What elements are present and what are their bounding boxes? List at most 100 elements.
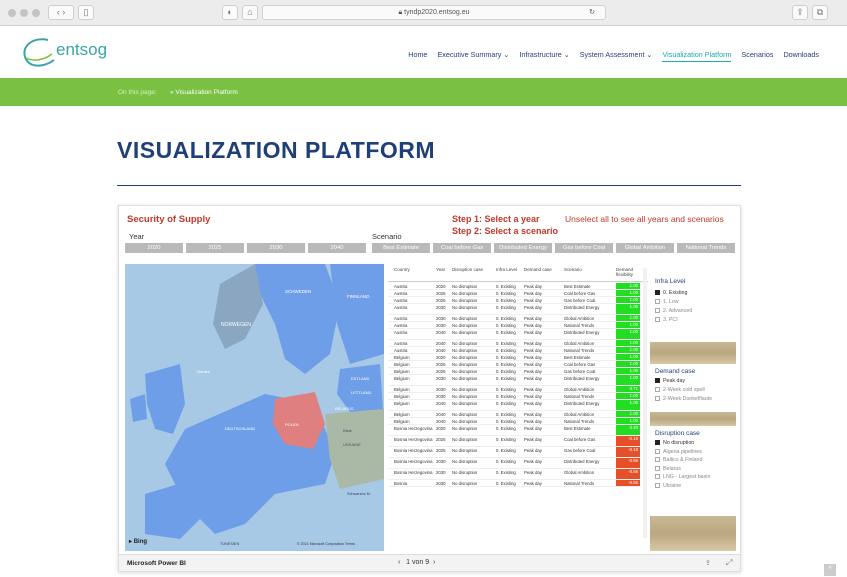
- table-row[interactable]: Bosnia Herzegovina 2030 No disruption 0. Ex…: [388, 469, 640, 480]
- table-row[interactable]: Austria 2030 No disruption 0. Existing Peak …: [388, 304, 640, 315]
- unchecked-box-icon[interactable]: [655, 387, 660, 392]
- table-row[interactable]: Belgium 2030 No disruption 0. Existing Peak …: [388, 393, 640, 400]
- col-country[interactable]: Country: [394, 267, 410, 272]
- filter-option[interactable]: LNG - Largest basin: [655, 474, 710, 480]
- table-row[interactable]: Austria 2030 No disruption 0. Existing Peak …: [388, 315, 640, 322]
- scroll-to-top-button[interactable]: ^: [824, 564, 836, 576]
- unchecked-box-icon[interactable]: [655, 317, 660, 322]
- scenario-best-estimate-button[interactable]: Best Estimate: [372, 243, 430, 253]
- filter-option[interactable]: 2-Week cold spell: [655, 387, 705, 393]
- power-bi-brand[interactable]: Microsoft Power BI: [127, 560, 186, 567]
- reload-icon[interactable]: ↻: [589, 6, 595, 19]
- map-country-ireland: [130, 394, 147, 422]
- year-2025-button[interactable]: 2025: [186, 243, 244, 253]
- table-row[interactable]: Belgium 2030 No disruption 0. Existing Peak …: [388, 375, 640, 386]
- table-row[interactable]: Bosnia Herzegovina 2030 No disruption 0. Ex…: [388, 458, 640, 469]
- table-row[interactable]: Belgium 2040 No disruption 0. Existing Peak …: [388, 418, 640, 425]
- filter-option[interactable]: 2. Advanced: [655, 308, 692, 314]
- table-row[interactable]: Austria 2040 No disruption 0. Existing Peak …: [388, 347, 640, 354]
- europe-map[interactable]: POLEN NORWEGEN Norden SCHWEDEN FINNLAND …: [125, 264, 384, 551]
- scenario-global-ambition-button[interactable]: Global Ambition: [616, 243, 674, 253]
- unchecked-box-icon[interactable]: [655, 465, 660, 471]
- col-year[interactable]: Year: [436, 267, 445, 272]
- year-2030-button[interactable]: 2030: [247, 243, 305, 253]
- checked-box-icon[interactable]: [655, 378, 660, 383]
- back-forward-buttons[interactable]: ‹ ›: [48, 5, 74, 20]
- nav-visualization-platform[interactable]: Visualization Platform: [662, 50, 732, 62]
- address-bar[interactable]: 🔒︎ tyndp2020.entsog.eu ↻: [262, 5, 606, 20]
- scenario-national-trends-button[interactable]: National Trends: [677, 243, 735, 253]
- table-cell: Belgium: [394, 387, 410, 392]
- filter-option[interactable]: No disruption: [655, 440, 694, 446]
- table-cell: Peak day: [524, 437, 542, 442]
- page-navigator[interactable]: ‹ 1 von 9 ›: [398, 559, 435, 566]
- entsog-logo[interactable]: entsog: [18, 36, 107, 70]
- table-row[interactable]: Austria 2040 No disruption 0. Existing Peak …: [388, 340, 640, 347]
- checked-box-icon[interactable]: [655, 440, 660, 445]
- minimize-window-icon[interactable]: [20, 9, 28, 17]
- table-row[interactable]: Belgium 2025 No disruption 0. Existing Peak …: [388, 368, 640, 375]
- sidebar-toggle-icon[interactable]: ▯: [78, 5, 94, 20]
- filter-option[interactable]: Belarus: [655, 465, 681, 472]
- nav-downloads[interactable]: Downloads: [783, 50, 819, 62]
- scenario-distributed-energy-button[interactable]: Distributed Energy: [494, 243, 552, 253]
- share-icon[interactable]: ⇪: [705, 559, 711, 567]
- year-2040-button[interactable]: 2040: [308, 243, 366, 253]
- col-flexibility[interactable]: Demand flexibility: [616, 267, 640, 277]
- filter-option[interactable]: Ukraine: [655, 482, 681, 489]
- scenario-gas-before-coal-button[interactable]: Gas before Coal: [555, 243, 613, 253]
- table-row[interactable]: Bosnia 2030 No disruption 0. Existing Peak d…: [388, 480, 640, 487]
- col-infra[interactable]: Infra Level: [496, 267, 517, 272]
- year-2020-button[interactable]: 2020: [125, 243, 183, 253]
- col-demand[interactable]: Demand case: [524, 267, 552, 272]
- table-row[interactable]: Belgium 2020 No disruption 0. Existing Peak …: [388, 354, 640, 361]
- unchecked-box-icon[interactable]: [655, 457, 660, 462]
- filter-option[interactable]: Peak day: [655, 378, 685, 384]
- filter-option[interactable]: 3. PCI: [655, 317, 678, 323]
- filter-option[interactable]: Algeria pipelines: [655, 448, 702, 455]
- fullscreen-icon[interactable]: ⤢: [726, 558, 732, 568]
- unchecked-box-icon[interactable]: [655, 474, 660, 479]
- table-row[interactable]: Austria 2040 No disruption 0. Existing Peak …: [388, 329, 640, 340]
- col-disruption[interactable]: Disruption case: [452, 267, 483, 272]
- table-scrollbar[interactable]: [643, 268, 647, 538]
- table-row[interactable]: Austria 2020 No disruption 0. Existing Peak …: [388, 283, 640, 290]
- table-row[interactable]: Bosnia Herzegovina 2020 No disruption 0. Ex…: [388, 425, 640, 436]
- share-icon[interactable]: ⇪: [792, 5, 808, 20]
- nav-home[interactable]: Home: [408, 50, 427, 62]
- unchecked-box-icon[interactable]: [655, 396, 660, 401]
- table-row[interactable]: Belgium 2030 No disruption 0. Existing Peak …: [388, 386, 640, 393]
- table-row[interactable]: Belgium 2040 No disruption 0. Existing Peak …: [388, 400, 640, 411]
- filter-option[interactable]: 1. Low: [655, 299, 679, 305]
- filter-option[interactable]: 2-Week Dunkelflaute: [655, 396, 712, 402]
- unchecked-box-icon[interactable]: [655, 299, 660, 304]
- table-cell: No disruption: [452, 412, 478, 417]
- filter-option[interactable]: 0. Existing: [655, 290, 687, 296]
- nav-executive-summary[interactable]: Executive Summary ⌄: [437, 50, 509, 62]
- nav-infrastructure[interactable]: Infrastructure ⌄: [519, 50, 569, 62]
- table-row[interactable]: Austria 2025 No disruption 0. Existing Peak …: [388, 297, 640, 304]
- unchecked-box-icon[interactable]: [655, 308, 660, 313]
- table-row[interactable]: Bosnia Herzegovina 2025 No disruption 0. Ex…: [388, 447, 640, 458]
- checked-box-icon[interactable]: [655, 290, 660, 295]
- table-row[interactable]: Austria 2025 No disruption 0. Existing Peak …: [388, 290, 640, 297]
- table-row[interactable]: Austria 2030 No disruption 0. Existing Peak …: [388, 322, 640, 329]
- col-scenario[interactable]: Scenario: [564, 267, 582, 272]
- zoom-window-icon[interactable]: [32, 9, 40, 17]
- table-cell: National Trends: [564, 348, 595, 353]
- table-row[interactable]: Belgium 2025 No disruption 0. Existing Peak …: [388, 361, 640, 368]
- table-row[interactable]: Bosnia Herzegovina 2025 No disruption 0. Ex…: [388, 436, 640, 447]
- filter-option[interactable]: Baltics & Finland: [655, 457, 702, 463]
- table-cell: 0. Existing: [496, 355, 516, 360]
- home-icon[interactable]: ⌂: [242, 5, 258, 20]
- scenario-coal-before-gas-button[interactable]: Coal before Gas: [433, 243, 491, 253]
- table-row[interactable]: Belgium 2040 No disruption 0. Existing Peak …: [388, 411, 640, 418]
- close-window-icon[interactable]: [8, 9, 16, 17]
- privacy-icon[interactable]: ◐: [222, 5, 238, 20]
- tabs-icon[interactable]: ⧉: [812, 5, 828, 20]
- nav-scenarios[interactable]: Scenarios: [741, 50, 773, 62]
- breadcrumb-link[interactable]: » Visualization Platform: [170, 89, 238, 96]
- nav-system-assessment[interactable]: System Assessment ⌄: [580, 50, 653, 62]
- unchecked-box-icon[interactable]: [655, 482, 660, 488]
- unchecked-box-icon[interactable]: [655, 448, 660, 454]
